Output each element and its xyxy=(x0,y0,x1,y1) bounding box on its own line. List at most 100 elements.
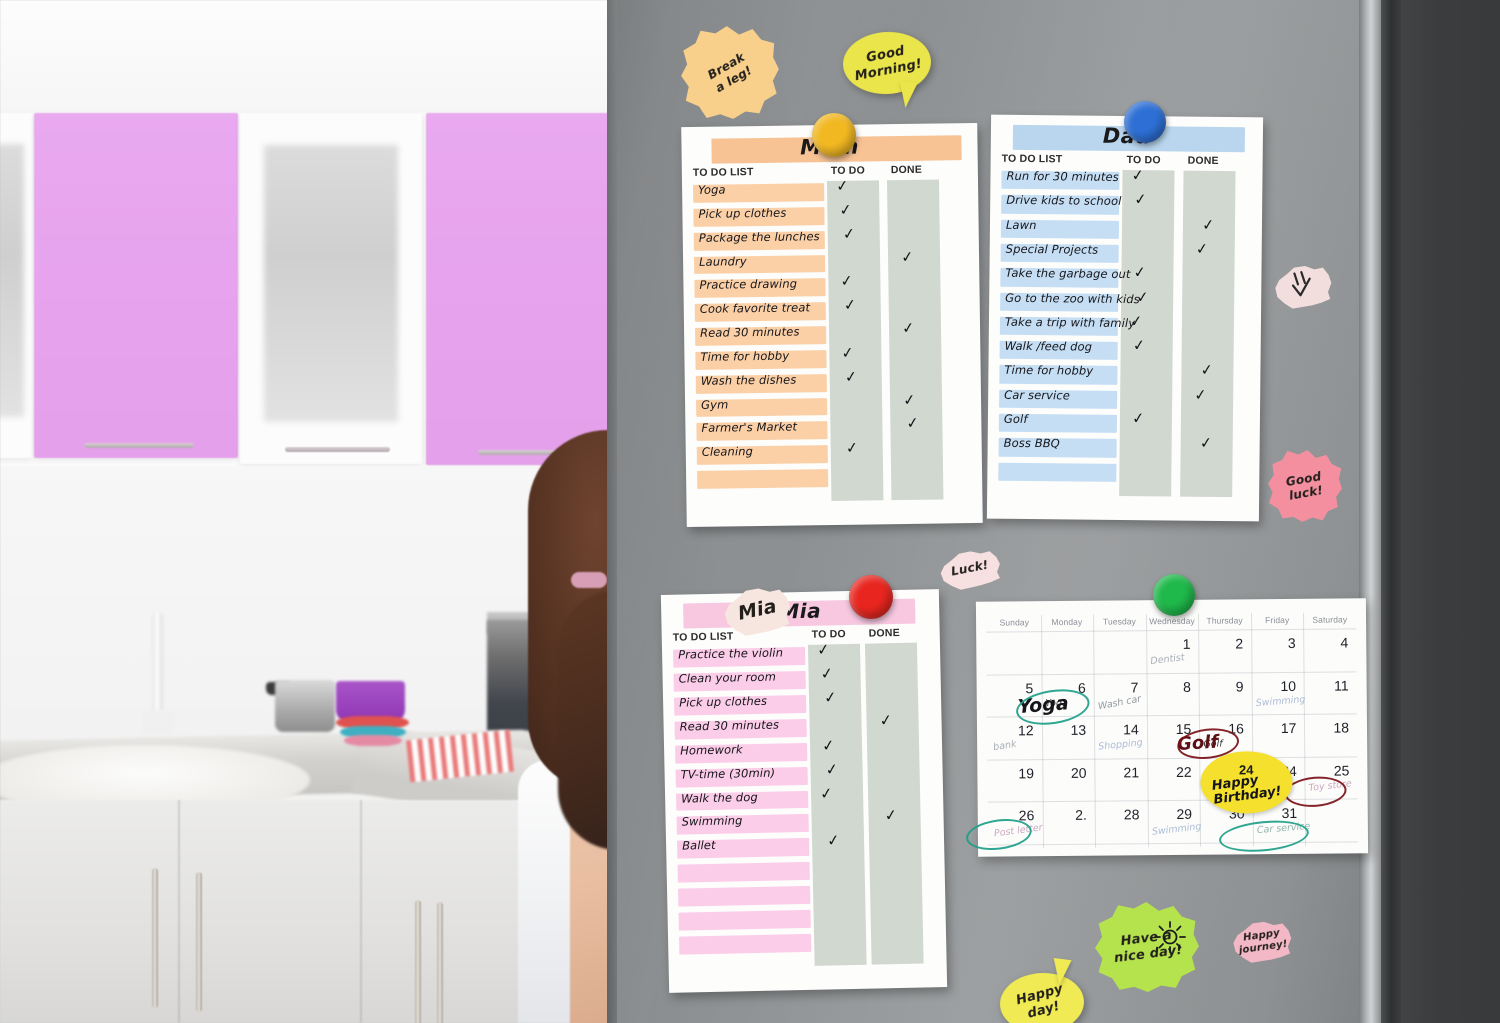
calendar-day-number[interactable]: 21 xyxy=(1094,764,1139,780)
calendar-day-number[interactable]: 28 xyxy=(1095,807,1140,823)
done-checkmark: ✓ xyxy=(1193,385,1208,405)
sticky-note-good-morning[interactable]: Good Morning! xyxy=(841,29,933,97)
calendar-note: Swimming xyxy=(1255,693,1306,709)
task-label: Ballet xyxy=(681,838,716,853)
done-checkmark: ✓ xyxy=(883,805,899,826)
task-label: Practice the violin xyxy=(677,645,784,662)
smiley-face-icon xyxy=(1286,268,1322,302)
todo-checkmark: ✓ xyxy=(841,223,857,244)
calendar-circle-marker xyxy=(1217,817,1311,856)
calendar-day-name: Wednesday xyxy=(1149,615,1195,627)
task-row[interactable] xyxy=(697,469,829,489)
calendar-day-number[interactable]: 3 xyxy=(1251,635,1296,651)
todo-checkmark: ✓ xyxy=(819,663,835,684)
speech-bubble-tail xyxy=(896,80,918,109)
task-row[interactable] xyxy=(998,462,1117,482)
todo-checkmark: ✓ xyxy=(1131,335,1147,355)
todo-checkmark: ✓ xyxy=(844,438,860,458)
calendar-day-number[interactable]: 10 xyxy=(1251,678,1296,694)
sun-doodle-icon xyxy=(1153,920,1187,954)
todo-checkmark: ✓ xyxy=(840,343,855,363)
task-row[interactable] xyxy=(678,910,811,931)
birthday-sticker[interactable]: 24 Happy Birthday! xyxy=(1200,750,1293,814)
done-check-column[interactable] xyxy=(886,179,944,501)
done-checkmark: ✓ xyxy=(901,318,916,338)
task-label: Walk the dog xyxy=(680,789,758,806)
calendar-day-number[interactable]: 4 xyxy=(1304,634,1348,650)
calendar-day-number[interactable]: 19 xyxy=(989,765,1034,781)
calendar-day-name: Monday xyxy=(1051,616,1083,628)
todo-checkmark: ✓ xyxy=(843,366,859,387)
column-header-todo: TO DO xyxy=(811,628,846,641)
task-label: Farmer's Market xyxy=(701,419,798,436)
calendar-day-number[interactable]: 12 xyxy=(989,722,1034,738)
todo-check-column[interactable] xyxy=(807,643,867,966)
todo-checkmark: ✓ xyxy=(1131,408,1146,428)
done-checkmark: ✓ xyxy=(1201,214,1216,235)
calendar-day-number[interactable]: 8 xyxy=(1146,678,1191,694)
todo-check-column[interactable] xyxy=(1119,169,1175,497)
task-label: Pick up clothes xyxy=(698,205,787,221)
todo-checkmark: ✓ xyxy=(1132,262,1147,282)
yellow-magnet[interactable] xyxy=(812,113,856,157)
sticky-note-break-a-leg[interactable]: Break a leg! xyxy=(678,23,782,123)
calendar-day-number[interactable]: 11 xyxy=(1304,677,1349,693)
todo-list-label: TO DO LIST xyxy=(672,630,734,644)
task-label: Time for hobby xyxy=(1004,363,1094,379)
calendar-day-number[interactable]: 9 xyxy=(1199,678,1244,694)
sticky-note-good-luck[interactable]: Good luck! xyxy=(1266,448,1345,525)
calendar-day-number[interactable]: 17 xyxy=(1252,720,1297,736)
calendar-day-number[interactable]: 2 xyxy=(1198,635,1243,651)
todo-sheet-mia: Mia TO DO LIST TO DO DONE Practice the violi… xyxy=(660,589,948,993)
task-label: Yoga xyxy=(698,182,726,197)
task-row[interactable] xyxy=(678,886,811,907)
sticky-line-1: Luck! xyxy=(950,557,990,579)
calendar-day-number[interactable]: 14 xyxy=(1094,721,1139,737)
task-label: Cook favorite treat xyxy=(699,300,811,317)
sticky-note-text: Good Morning! xyxy=(851,41,924,85)
sticky-line-1: Mia xyxy=(735,595,779,625)
calendar-note: Wash car xyxy=(1097,693,1143,712)
column-header-done: DONE xyxy=(868,626,900,640)
task-label: Cleaning xyxy=(701,444,754,460)
calendar-day-number[interactable]: 2. xyxy=(1042,807,1087,823)
todo-checkmark: ✓ xyxy=(825,831,841,851)
calendar-day-number[interactable]: 20 xyxy=(1042,765,1087,781)
red-magnet[interactable] xyxy=(849,575,893,619)
calendar-day-number[interactable]: 18 xyxy=(1304,720,1349,736)
sticky-note-luck[interactable]: Luck! xyxy=(937,545,1003,592)
blue-magnet[interactable] xyxy=(1124,101,1166,143)
task-label: TV-time (30min) xyxy=(680,765,776,782)
task-label: Read 30 minutes xyxy=(699,324,800,340)
sticky-note-text: Happy day! xyxy=(1015,981,1070,1023)
todo-list-label: TO DO LIST xyxy=(692,166,754,179)
calendar-day-number[interactable]: 1 xyxy=(1146,636,1191,652)
sticky-note-happy-journey[interactable]: Happy journey! xyxy=(1230,916,1294,966)
done-checkmark: ✓ xyxy=(900,246,915,267)
task-label: Swimming xyxy=(681,813,743,830)
task-row[interactable] xyxy=(677,862,810,883)
task-label: Gym xyxy=(700,397,729,412)
calendar-note: Swimming xyxy=(1151,821,1202,839)
calendar-day-name: Saturday xyxy=(1312,614,1348,625)
task-label: Take a trip with family xyxy=(1004,314,1136,330)
wall-calendar[interactable]: Sunday Monday Tuesday Wednesday Thursday Frid… xyxy=(964,598,1369,857)
column-header-done: DONE xyxy=(1187,154,1219,167)
sticky-note-text: Mia xyxy=(735,595,779,625)
calendar-day-number[interactable]: 29 xyxy=(1147,806,1192,822)
column-header-todo: TO DO xyxy=(830,164,865,178)
done-check-column[interactable] xyxy=(864,642,924,965)
done-checkmark: ✓ xyxy=(905,413,920,434)
task-row[interactable] xyxy=(679,933,812,955)
todo-checkmark: ✓ xyxy=(835,176,850,196)
birthday-message: Happy Birthday! xyxy=(1211,771,1282,806)
sticky-note-happy-day[interactable]: Happy day! xyxy=(998,970,1086,1023)
green-magnet[interactable] xyxy=(1153,574,1195,616)
task-label: Practice drawing xyxy=(699,276,798,293)
calendar-note: Dentist xyxy=(1149,652,1185,667)
todo-checkmark: ✓ xyxy=(1133,189,1148,210)
calendar-day-number[interactable]: 22 xyxy=(1147,764,1192,780)
calendar-day-number[interactable]: 7 xyxy=(1094,679,1138,695)
column-header-todo: TO DO xyxy=(1126,154,1161,167)
calendar-day-number[interactable]: 5 xyxy=(989,680,1033,696)
